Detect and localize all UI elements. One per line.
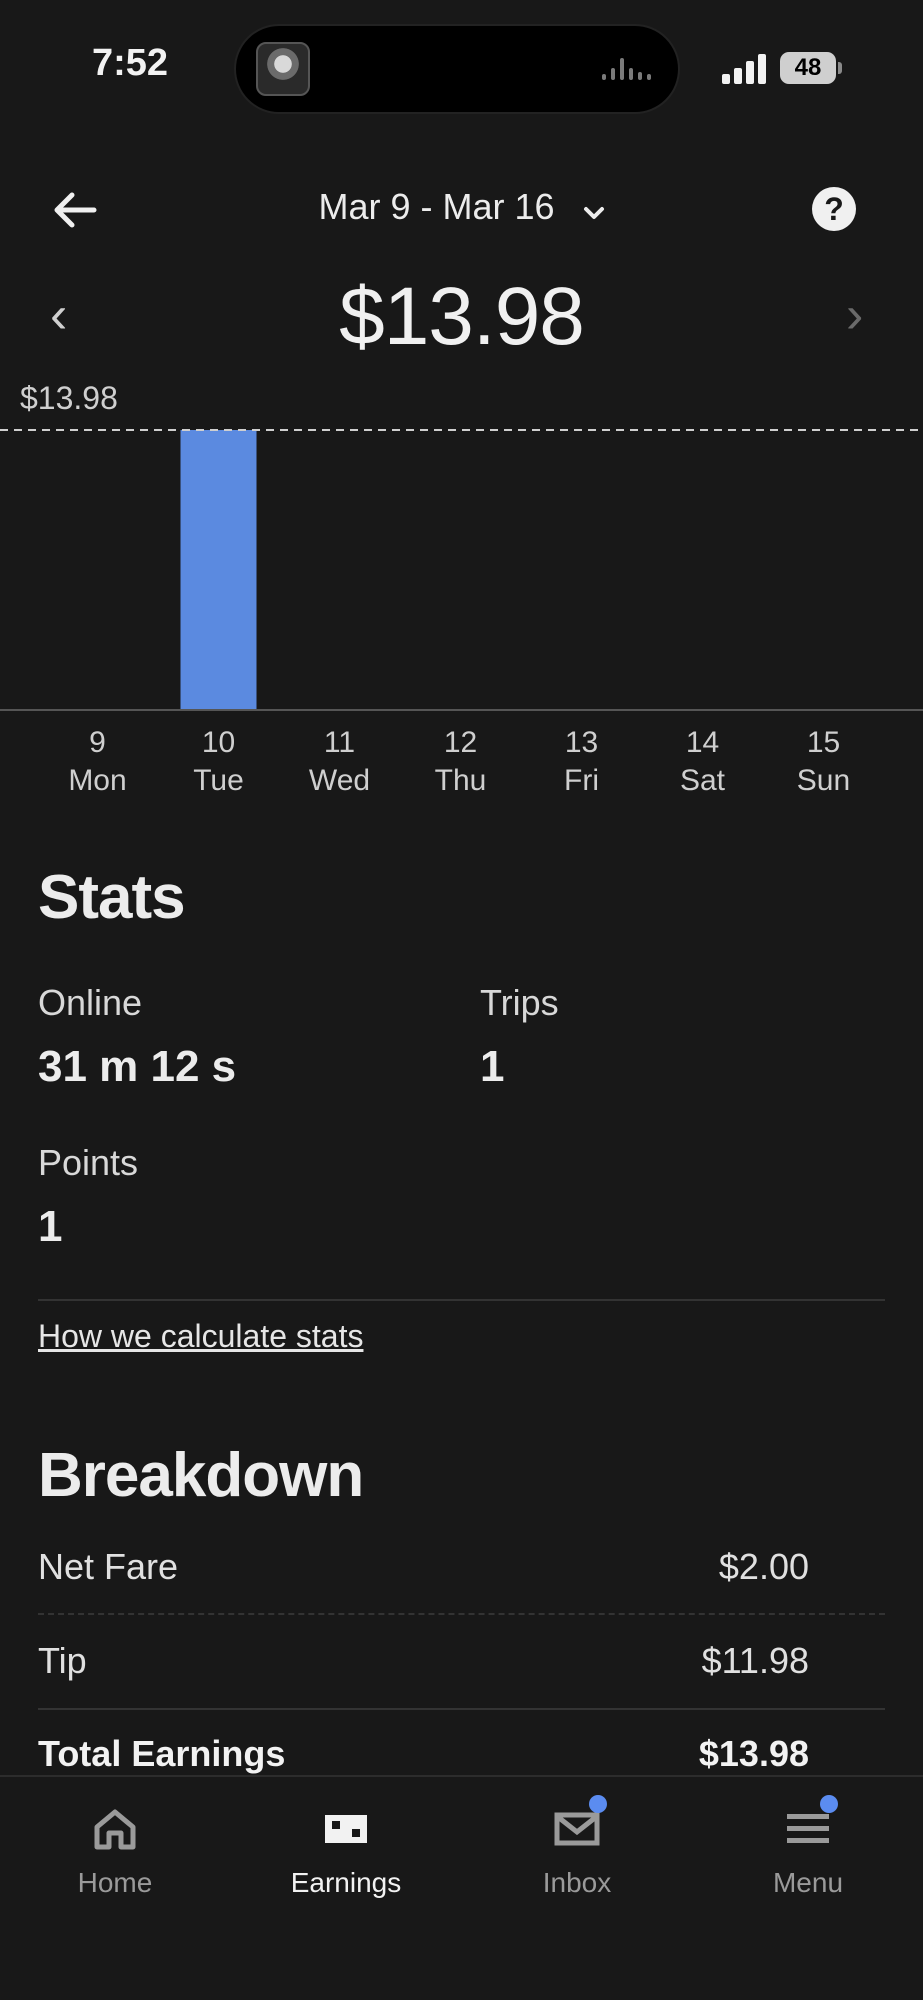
dynamic-island[interactable] <box>234 24 680 114</box>
chart-weekday-label: Wed <box>309 764 370 797</box>
tip-value: $11.98 <box>701 1640 809 1681</box>
menu-hamburger-icon <box>784 1795 838 1853</box>
date-range-selector[interactable]: Mar 9 - Mar 16 <box>0 186 923 230</box>
nav-home-label: Home <box>77 1867 153 1898</box>
net-fare-value: $2.00 <box>718 1546 809 1587</box>
help-icon[interactable]: ? <box>812 187 856 231</box>
status-time: 7:52 <box>92 42 169 84</box>
cellular-signal-icon <box>722 52 768 84</box>
week-total-amount: $13.98 <box>339 271 585 362</box>
nav-menu-label: Menu <box>772 1867 844 1898</box>
next-week-icon[interactable]: › <box>846 285 863 345</box>
breakdown-divider <box>38 1708 885 1710</box>
earnings-screen: 7:52 48 Mar 9 - Mar 16 ? ‹ $13.98 › $13.… <box>0 0 923 2000</box>
chart-day-label: 12 <box>444 726 477 759</box>
total-earnings-value: $13.98 <box>698 1733 809 1774</box>
nav-earnings[interactable]: Earnings <box>231 1805 461 1899</box>
trips-value: 1 <box>480 1042 505 1091</box>
chevron-down-icon <box>583 188 605 230</box>
nav-menu[interactable]: Menu <box>693 1795 923 1899</box>
stats-title: Stats <box>38 863 186 932</box>
nav-earnings-label: Earnings <box>290 1867 402 1898</box>
menu-notification-dot <box>820 1795 838 1813</box>
inbox-notification-dot <box>589 1795 607 1813</box>
chart-day-label: 9 <box>89 726 106 759</box>
chart-weekday-label: Fri <box>564 764 599 797</box>
breakdown-dashed-divider <box>38 1613 885 1615</box>
online-value: 31 m 12 s <box>38 1042 237 1091</box>
now-playing-avatar-icon <box>256 42 310 96</box>
chart-day-label: 10 <box>202 726 235 759</box>
nav-inbox-label: Inbox <box>542 1867 612 1898</box>
tip-label: Tip <box>38 1640 87 1681</box>
date-range-label: Mar 9 - Mar 16 <box>318 186 555 227</box>
bottom-navigation: Home Earnings Inbox Menu <box>0 1775 923 2000</box>
chart-day-label: 11 <box>324 726 355 759</box>
chart-weekday-label: Tue <box>193 764 244 797</box>
how-we-calculate-stats-link[interactable]: How we calculate stats <box>38 1318 363 1355</box>
nav-inbox[interactable]: Inbox <box>462 1795 692 1899</box>
inbox-mail-icon <box>553 1795 607 1853</box>
chart-day-label: 15 <box>807 726 840 759</box>
chart-weekday-label: Sun <box>797 764 850 797</box>
net-fare-label: Net Fare <box>38 1546 179 1587</box>
chart-day-label: 14 <box>686 726 719 759</box>
battery-icon: 48 <box>780 52 836 84</box>
chart-weekday-label: Thu <box>435 764 487 797</box>
earnings-icon <box>322 1805 370 1853</box>
total-earnings-label: Total Earnings <box>38 1733 286 1774</box>
points-value: 1 <box>38 1202 63 1251</box>
earnings-bar-chart: 9 Mon 10 Tue 11 Wed 12 Thu 13 Fri 14 Sat 15 Sun <box>0 370 923 810</box>
audio-waveform-icon <box>602 56 656 86</box>
chart-weekday-label: Sat <box>680 764 726 797</box>
chart-day-label: 13 <box>565 726 598 759</box>
chart-svg: 9 Mon 10 Tue 11 Wed 12 Thu 13 Fri 14 Sat 15 Sun <box>0 429 923 797</box>
stats-divider <box>38 1299 885 1301</box>
battery-nub <box>838 62 842 74</box>
breakdown-title: Breakdown <box>38 1441 364 1510</box>
nav-home[interactable]: Home <box>0 1805 230 1899</box>
chart-bar <box>180 430 257 710</box>
home-icon <box>91 1805 139 1853</box>
chart-weekday-label: Mon <box>68 764 126 797</box>
online-label: Online <box>38 982 143 1023</box>
trips-label: Trips <box>480 982 559 1023</box>
status-bar: 7:52 48 <box>0 0 923 130</box>
points-label: Points <box>38 1142 139 1183</box>
